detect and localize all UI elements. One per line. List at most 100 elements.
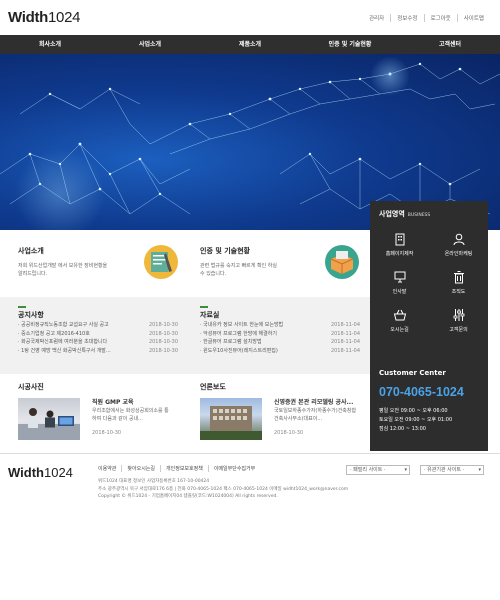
photo-caption[interactable]: 직원 GMP 교육: [92, 397, 134, 406]
press-text: 국토일보하종수가자(하종수가)건축창합 건축사사무소(대표이...: [274, 408, 356, 423]
util-link-sitemap[interactable]: 사이트맵: [456, 14, 490, 22]
biz-item-inquiry[interactable]: 고객문의: [429, 305, 488, 341]
biz-item-organization[interactable]: 조직도: [429, 267, 488, 303]
business-intro-title[interactable]: 사업소개: [18, 246, 44, 256]
nav-item-customer[interactable]: 고객센터: [400, 35, 500, 54]
data-text: · 한글뷰어 프로그램 설치방법: [200, 339, 262, 345]
data-text: · 악성뷰어 프로그램 한방에 해결하기: [200, 330, 277, 337]
family-site-label: · 패밀리 사이트 ·: [350, 467, 386, 473]
site-logo[interactable]: Width1024: [8, 9, 80, 26]
biz-item-label: 인사말: [392, 289, 407, 295]
list-item[interactable]: · 공공비정규직노동조합 교섭요구 사실 공고 2018-10-30: [18, 321, 178, 330]
footer-logo-number: 1024: [43, 465, 73, 480]
footer-link-terms[interactable]: 이용약관: [98, 465, 121, 472]
footer-logo[interactable]: Width1024: [8, 465, 73, 480]
util-link-logout[interactable]: 로그아웃: [423, 14, 457, 22]
cert-intro-title[interactable]: 인증 및 기술현황: [200, 246, 250, 256]
cert-desc-line: 관련 법규를 숙지고 빠르게 확인 하실: [200, 263, 277, 269]
cert-intro-desc: 관련 법규를 숙지고 빠르게 확인 하실 수 있습니다.: [200, 262, 277, 278]
notice-date: 2018-10-30: [148, 339, 178, 345]
biz-item-label: 오시는길: [390, 327, 409, 333]
photo-section-title[interactable]: 시공사진: [18, 382, 44, 392]
user-icon: [453, 233, 464, 246]
utility-nav: 관리자 정보수정 로그아웃 사이트맵: [363, 14, 490, 22]
list-item[interactable]: · 윈도우10사진뷰어(레지스트리편집) 2018-11-04: [200, 347, 360, 356]
monitor-icon: [394, 271, 405, 283]
notice-text: · 화공국제박신포럼에 여러분을 초대합니다: [18, 339, 108, 345]
chevron-down-icon: ▾: [404, 467, 407, 473]
notice-text: · 1탕 건영 예방 백신 화공박신특구서 개발...: [18, 347, 111, 354]
footer-divider: [0, 453, 500, 454]
notice-date: 2018-10-30: [148, 347, 178, 354]
box-icon: [323, 243, 361, 283]
list-item[interactable]: · 국내유카 정보 사이트 한눈에 보는방법 2018-11-04: [200, 321, 360, 330]
footer-info-line: 위드1024 대표명 정보인 사업자등록번호 167-10-00424: [98, 479, 210, 484]
hours-saturday: 토요일 오전 09:00 ~ 오후 01:00: [379, 417, 453, 423]
building-icon: [395, 233, 404, 246]
basket-icon: [393, 309, 406, 321]
hours-weekday: 평일 오전 09:00 ~ 오후 06:00: [379, 408, 448, 414]
press-date: 2018-10-30: [274, 430, 304, 436]
footer-logo-text: Width: [8, 465, 44, 480]
util-link-edit-info[interactable]: 정보수정: [390, 14, 423, 22]
customer-center: Customer Center 070-4065-1024 평일 오전 09:0…: [379, 369, 464, 432]
chevron-down-icon: ▾: [478, 467, 481, 473]
data-text: · 윈도우10사진뷰어(레지스트리편집): [200, 347, 278, 354]
footer-info-line: 주소 광주광역시 북구 서암대로176 6층 | 전화 070-4065-102…: [98, 486, 349, 492]
main-nav: 회사소개 사업소개 제품소개 인증 및 기술현황 고객센터: [0, 35, 500, 54]
building-photo: [200, 406, 262, 440]
footer-info-line: Copyright © 위드1024 - 기업홈페이지04 템플릿(코드:W10…: [98, 494, 278, 499]
related-site-select[interactable]: · 유관기관 사이트 · ▾: [420, 465, 484, 475]
data-date: 2018-11-04: [330, 347, 360, 354]
list-item[interactable]: · 중소기업청 공고 제2016-410호 2018-10-30: [18, 330, 178, 339]
press-section-title[interactable]: 언론보도: [200, 382, 226, 392]
notice-title[interactable]: 공지사항: [18, 310, 44, 320]
sliders-icon: [453, 309, 464, 321]
related-site-label: · 유관기관 사이트 ·: [424, 467, 465, 473]
business-intro-desc: 저희 위드산업개발 에서 보유한 장비현황을 알려드립니다.: [18, 262, 107, 278]
footer-link-email-policy[interactable]: 이메일무단수집거부: [207, 465, 260, 472]
notice-list: · 공공비정규직노동조합 교섭요구 사실 공고 2018-10-30 · 중소기업…: [18, 321, 178, 355]
press-caption[interactable]: 신영증권 본관 리모델링 공사...: [274, 397, 353, 406]
list-item[interactable]: · 악성뷰어 프로그램 한방에 해결하기 2018-11-04: [200, 330, 360, 339]
biz-item-label: 온라인마케팅: [444, 251, 473, 257]
util-link-admin[interactable]: 관리자: [363, 14, 390, 22]
nav-item-certification[interactable]: 인증 및 기술현황: [300, 35, 400, 54]
photo-text-line: 우리조합에서는 화성상공회의소를 통: [92, 408, 169, 414]
business-panel: 사업영역 BUSINESS 홈페이지제작 온라인마케팅 인사말 조직도 오시는길 …: [370, 201, 488, 451]
biz-item-directions[interactable]: 오시는길: [370, 305, 429, 341]
photo-text-line: 하여 다음과 같이 공내...: [92, 415, 143, 422]
business-title: 사업영역 BUSINESS: [379, 209, 430, 219]
footer-info: 위드1024 대표명 정보인 사업자등록번호 167-10-00424 주소 광…: [98, 478, 348, 501]
footer-link-privacy[interactable]: 개인정보보호정책: [160, 465, 208, 472]
footer-link-directions[interactable]: 찾아오시는길: [121, 465, 160, 472]
biz-item-marketing[interactable]: 온라인마케팅: [429, 229, 488, 265]
nav-item-company[interactable]: 회사소개: [0, 35, 100, 54]
data-date: 2018-11-04: [330, 322, 360, 328]
notice-text: · 공공비정규직노동조합 교섭요구 사실 공고: [18, 322, 109, 328]
press-thumbnail[interactable]: [200, 398, 262, 440]
nav-item-business[interactable]: 사업소개: [100, 35, 200, 54]
press-text-line: 건축사사무소(대표이...: [274, 415, 323, 422]
business-desc-line: 알려드립니다.: [18, 271, 48, 277]
biz-item-greeting[interactable]: 인사말: [370, 267, 429, 303]
customer-center-title: Customer Center: [379, 369, 446, 377]
business-title-en: BUSINESS: [407, 213, 431, 218]
nav-item-products[interactable]: 제품소개: [200, 35, 300, 54]
family-site-select[interactable]: · 패밀리 사이트 · ▾: [346, 465, 410, 475]
notice-date: 2018-10-30: [148, 330, 178, 337]
cert-desc-line: 수 있습니다.: [200, 271, 227, 277]
biz-item-label: 조직도: [451, 289, 466, 295]
list-item[interactable]: · 한글뷰어 프로그램 설치방법 2018-11-04: [200, 338, 360, 347]
trash-icon: [453, 271, 464, 284]
business-title-text: 사업영역: [379, 210, 405, 218]
data-room-title[interactable]: 자료실: [200, 310, 219, 320]
document-icon: [142, 243, 180, 283]
notice-date: 2018-10-30: [148, 322, 178, 328]
biz-item-label: 홈페이지제작: [385, 251, 414, 257]
logo-number: 1024: [48, 9, 81, 26]
biz-item-homepage[interactable]: 홈페이지제작: [370, 229, 429, 265]
photo-thumbnail[interactable]: [18, 398, 80, 440]
list-item[interactable]: · 화공국제박신포럼에 여러분을 초대합니다 2018-10-30: [18, 338, 178, 347]
list-item[interactable]: · 1탕 건영 예방 백신 화공박신특구서 개발... 2018-10-30: [18, 347, 178, 356]
